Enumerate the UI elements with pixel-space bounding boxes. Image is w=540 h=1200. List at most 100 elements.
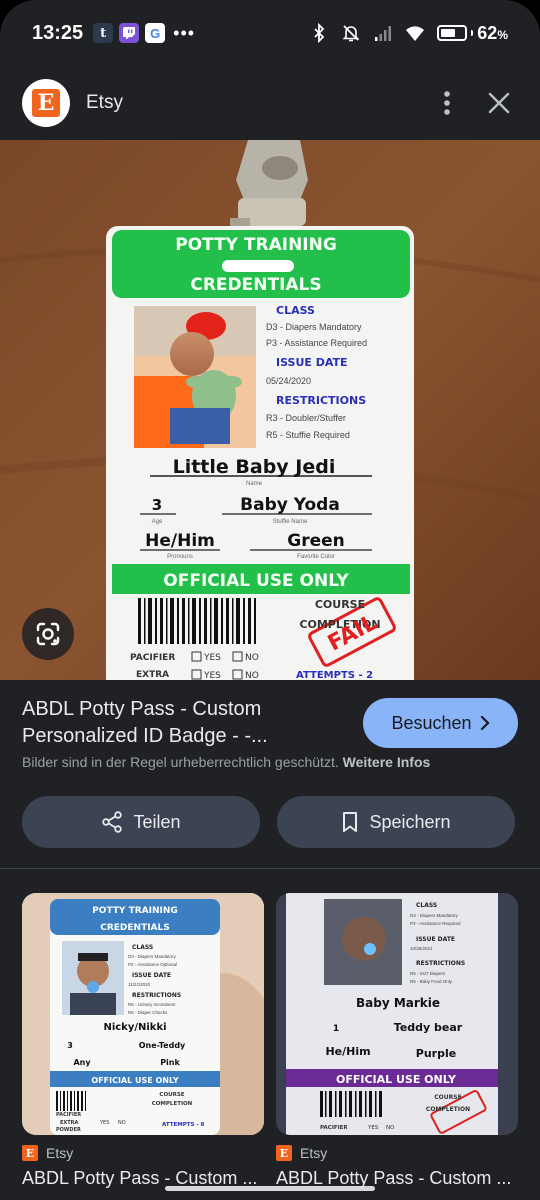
related-1-issue-date: 11/22/2020 <box>128 982 151 987</box>
badge-header-line2: CREDENTIALS <box>190 275 321 295</box>
badge-photo: POTTY TRAINING CREDENTIALS CLASS D3 - Di… <box>0 140 540 680</box>
related-1-course-line1: COURSE <box>159 1092 184 1098</box>
badge-extra-label: EXTRA <box>136 670 169 680</box>
related-source-2: E Etsy <box>276 1145 327 1161</box>
save-button[interactable]: Speichern <box>277 796 515 848</box>
share-label: Teilen <box>133 811 181 832</box>
close-icon[interactable] <box>488 92 510 114</box>
badge-color: Green <box>287 531 345 551</box>
related-1-name: Nicky/Nikki <box>103 1022 166 1033</box>
notification-icons: t G ••• <box>93 23 195 44</box>
badge-restriction-line: R3 - Doubler/Stuffer <box>266 413 346 423</box>
related-badge-photo-1: POTTY TRAINING CREDENTIALS CLASS D3 - Di… <box>22 893 264 1135</box>
more-info-link[interactable]: Weitere Infos <box>343 754 431 770</box>
badge-restriction-line: R5 - Stuffie Required <box>266 430 350 440</box>
related-1-pronouns: Any <box>73 1058 91 1067</box>
google-icon: G <box>145 23 166 43</box>
badge-name-caption: Name <box>246 481 263 487</box>
badge-attempts: ATTEMPTS - 2 <box>296 670 373 680</box>
copyright-text: Bilder sind in der Regel urheberrechtlic… <box>22 754 339 770</box>
badge-yes-label: YES <box>203 671 221 680</box>
related-1-class-label: CLASS <box>132 944 153 951</box>
related-1-issue-label: ISSUE DATE <box>132 972 171 979</box>
related-1-header-line2: CREDENTIALS <box>100 923 170 933</box>
related-source-name: Etsy <box>300 1145 328 1161</box>
badge-class-label: CLASS <box>276 304 315 317</box>
site-name[interactable]: Etsy <box>86 92 123 114</box>
viewer-header: E Etsy <box>0 66 540 140</box>
more-vert-icon[interactable] <box>442 90 452 116</box>
badge-pronouns: He/Him <box>145 531 215 551</box>
share-button[interactable]: Teilen <box>22 796 260 848</box>
related-1-attempts: ATTEMPTS - 8 <box>162 1122 205 1128</box>
etsy-logo-letter: E <box>32 89 60 117</box>
badge-stuffie-caption: Stuffie Name <box>273 519 308 525</box>
related-2-class-line: P3 - Assistance Required <box>410 921 461 926</box>
related-2-issue-date: 10/26/2021 <box>410 946 433 951</box>
wifi-icon <box>406 26 425 41</box>
badge-class-line: D3 - Diapers Mandatory <box>266 322 362 332</box>
silent-bell-icon <box>342 25 360 42</box>
share-icon <box>102 811 123 833</box>
related-1-pacifier-label: PACIFIER <box>56 1112 81 1118</box>
screen: 13:25 t G ••• 62% E Etsy POTTY TRAINING … <box>0 0 540 1200</box>
google-lens-button[interactable] <box>22 608 74 660</box>
related-2-course-line2: COMPLETION <box>426 1106 470 1113</box>
etsy-logo[interactable]: E <box>22 79 70 127</box>
chevron-right-icon <box>480 716 490 730</box>
related-image-2[interactable]: CLASS D3 - Diapers Mandatory P3 - Assist… <box>276 893 518 1135</box>
related-2-yes: YES <box>367 1125 379 1131</box>
badge-class-line: P3 - Assistance Required <box>266 338 367 348</box>
badge-age-caption: Age <box>152 519 163 525</box>
related-2-age: 1 <box>333 1024 339 1034</box>
etsy-favicon-icon: E <box>276 1145 292 1161</box>
badge-yes-label: YES <box>203 653 221 663</box>
related-1-header-line1: POTTY TRAINING <box>92 906 178 916</box>
result-title[interactable]: ABDL Potty Pass - Custom Personalized ID… <box>22 696 342 750</box>
related-2-restrictions-label: RESTRICTIONS <box>416 960 465 967</box>
badge-stuffie: Baby Yoda <box>240 495 340 515</box>
related-1-official: OFFICIAL USE ONLY <box>91 1076 178 1085</box>
related-1-color: Pink <box>160 1058 180 1067</box>
battery-icon <box>437 25 468 41</box>
related-1-age: 3 <box>67 1041 73 1050</box>
related-1-class-line: P2 - Assistance Optional <box>128 962 177 967</box>
related-2-issue-label: ISSUE DATE <box>416 936 455 943</box>
badge-pronouns-caption: Pronouns <box>167 554 193 560</box>
visit-button[interactable]: Besuchen <box>363 698 518 748</box>
related-2-course-line1: COURSE <box>434 1094 461 1101</box>
related-2-restriction-line: R5 - 24/7 Diapers <box>410 971 446 976</box>
related-2-pronouns: He/Him <box>325 1045 370 1058</box>
save-label: Speichern <box>369 811 451 832</box>
related-1-restrictions-label: RESTRICTIONS <box>132 992 181 999</box>
related-2-class-line: D3 - Diapers Mandatory <box>410 913 459 918</box>
tumblr-icon: t <box>93 23 114 43</box>
battery-percent-unit: % <box>497 27 508 42</box>
badge-pacifier-label: PACIFIER <box>130 653 175 663</box>
etsy-favicon-icon: E <box>22 1145 38 1161</box>
related-2-restriction-line: R6 - Baby Food Only <box>410 979 453 984</box>
related-2-pacifier-label: PACIFIER <box>320 1125 348 1131</box>
related-source-name: Etsy <box>46 1145 74 1161</box>
badge-restrictions-label: RESTRICTIONS <box>276 394 366 407</box>
home-indicator[interactable] <box>165 1186 375 1191</box>
visit-button-label: Besuchen <box>391 712 472 733</box>
status-bar: 13:25 t G ••• 62% <box>0 0 540 66</box>
more-notifications-icon: ••• <box>173 22 196 43</box>
battery-percentage: 62% <box>477 23 508 44</box>
badge-issue-date: 05/24/2020 <box>266 376 311 386</box>
battery-percent-value: 62 <box>477 22 498 43</box>
bluetooth-icon <box>314 23 325 43</box>
battery-tip <box>471 30 474 36</box>
related-image-1[interactable]: POTTY TRAINING CREDENTIALS CLASS D3 - Di… <box>22 893 264 1135</box>
system-icons: 62% <box>309 23 508 44</box>
badge-age: 3 <box>152 496 162 514</box>
related-1-restriction-line: R6 - Diaper Checks <box>128 1010 168 1015</box>
badge-issue-label: ISSUE DATE <box>276 356 348 369</box>
related-badge-photo-2: CLASS D3 - Diapers Mandatory P3 - Assist… <box>276 893 518 1135</box>
main-image[interactable]: POTTY TRAINING CREDENTIALS CLASS D3 - Di… <box>0 140 540 680</box>
related-2-name: Baby Markie <box>356 996 440 1010</box>
lens-icon <box>36 622 60 646</box>
related-2-no: NO <box>386 1125 395 1131</box>
badge-header-line1: POTTY TRAINING <box>175 235 337 255</box>
